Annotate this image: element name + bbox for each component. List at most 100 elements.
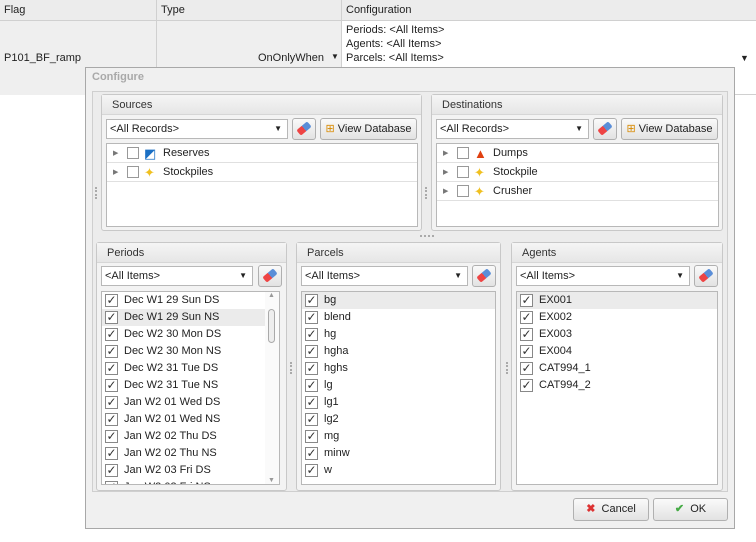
checkbox-checked[interactable]: ✓ xyxy=(105,379,118,392)
col-flag[interactable]: Flag xyxy=(0,0,157,20)
splitter-grip[interactable] xyxy=(95,187,97,199)
list-item[interactable]: ✓ Jan W2 01 Wed DS xyxy=(102,394,279,411)
list-item[interactable]: ✓ Dec W2 31 Tue NS xyxy=(102,377,279,394)
tree-item-stockpile[interactable]: ▶ ✦ Stockpile xyxy=(437,163,718,182)
checkbox-checked[interactable]: ✓ xyxy=(105,413,118,426)
list-item[interactable]: ✓ Jan W2 01 Wed NS xyxy=(102,411,279,428)
list-item[interactable]: ✓ CAT994_1 xyxy=(517,360,717,377)
expand-icon[interactable]: ▶ xyxy=(443,182,448,201)
list-item[interactable]: ✓ Dec W2 31 Tue DS xyxy=(102,360,279,377)
sources-view-database-button[interactable]: ⊞ View Database xyxy=(320,118,417,140)
checkbox[interactable] xyxy=(457,147,469,159)
checkbox-checked[interactable]: ✓ xyxy=(305,413,318,426)
sources-clear-button[interactable] xyxy=(292,118,316,140)
periods-scrollbar[interactable]: ▲ ▼ xyxy=(265,292,279,484)
parcels-clear-button[interactable] xyxy=(472,265,496,287)
list-item[interactable]: ✓ Dec W2 30 Mon NS xyxy=(102,343,279,360)
tree-item-crusher[interactable]: ▶ ✦ Crusher xyxy=(437,182,718,201)
checkbox[interactable] xyxy=(457,166,469,178)
checkbox-checked[interactable]: ✓ xyxy=(520,311,533,324)
destinations-clear-button[interactable] xyxy=(593,118,617,140)
checkbox-checked[interactable]: ✓ xyxy=(105,362,118,375)
checkbox-checked[interactable]: ✓ xyxy=(105,396,118,409)
col-configuration[interactable]: Configuration xyxy=(342,0,756,20)
checkbox-checked[interactable]: ✓ xyxy=(105,328,118,341)
list-item[interactable]: ✓ hg xyxy=(302,326,495,343)
checkbox[interactable] xyxy=(457,185,469,197)
list-item[interactable]: ✓ hghs xyxy=(302,360,495,377)
checkbox-checked[interactable]: ✓ xyxy=(520,294,533,307)
checkbox-checked[interactable]: ✓ xyxy=(305,328,318,341)
checkbox-checked[interactable]: ✓ xyxy=(305,464,318,477)
type-dropdown-icon[interactable]: ▼ xyxy=(331,52,339,61)
checkbox-checked[interactable]: ✓ xyxy=(520,345,533,358)
tree-item-stockpiles[interactable]: ▶ ✦ Stockpiles xyxy=(107,163,417,182)
list-item[interactable]: ✓ lg2 xyxy=(302,411,495,428)
checkbox-checked[interactable]: ✓ xyxy=(105,430,118,443)
list-item[interactable]: ✓ EX001 xyxy=(517,292,717,309)
list-item[interactable]: ✓ Dec W2 30 Mon DS xyxy=(102,326,279,343)
list-item[interactable]: ✓ mg xyxy=(302,428,495,445)
expand-icon[interactable]: ▶ xyxy=(113,163,118,182)
list-item[interactable]: ✓ EX002 xyxy=(517,309,717,326)
destinations-view-database-button[interactable]: ⊞ View Database xyxy=(621,118,718,140)
list-item[interactable]: ✓ hgha xyxy=(302,343,495,360)
configuration-dropdown-icon[interactable]: ▼ xyxy=(740,53,749,63)
list-item[interactable]: ✓ Jan W2 02 Thu NS xyxy=(102,445,279,462)
checkbox-checked[interactable]: ✓ xyxy=(305,345,318,358)
list-item[interactable]: ✓ lg1 xyxy=(302,394,495,411)
checkbox-checked[interactable]: ✓ xyxy=(520,328,533,341)
checkbox-checked[interactable]: ✓ xyxy=(305,362,318,375)
checkbox-checked[interactable]: ✓ xyxy=(105,294,118,307)
expand-icon[interactable]: ▶ xyxy=(443,144,448,163)
list-item[interactable]: ✓ blend xyxy=(302,309,495,326)
scroll-thumb[interactable] xyxy=(268,309,275,343)
list-item[interactable]: ✓ EX003 xyxy=(517,326,717,343)
horizontal-splitter[interactable] xyxy=(420,235,434,237)
checkbox-checked[interactable]: ✓ xyxy=(520,362,533,375)
checkbox[interactable] xyxy=(127,147,139,159)
checkbox[interactable] xyxy=(127,166,139,178)
periods-clear-button[interactable] xyxy=(258,265,282,287)
checkbox-checked[interactable]: ✓ xyxy=(305,396,318,409)
parcels-filter[interactable]: <All Items> ▼ xyxy=(301,266,468,286)
checkbox-checked[interactable]: ✓ xyxy=(105,464,118,477)
list-item[interactable]: ✓ Jan W2 03 Fri DS xyxy=(102,462,279,479)
col-type[interactable]: Type xyxy=(157,0,342,20)
tree-item-reserves[interactable]: ▶ ◩ Reserves xyxy=(107,144,417,163)
list-item[interactable]: ✓ lg xyxy=(302,377,495,394)
checkbox-checked[interactable]: ✓ xyxy=(305,294,318,307)
sources-filter[interactable]: <All Records> ▼ xyxy=(106,119,288,139)
agents-clear-button[interactable] xyxy=(694,265,718,287)
checkbox-checked[interactable]: ✓ xyxy=(520,379,533,392)
type-cell[interactable]: OnOnlyWhen xyxy=(258,52,324,64)
scroll-up-icon[interactable]: ▲ xyxy=(268,292,275,299)
periods-filter[interactable]: <All Items> ▼ xyxy=(101,266,253,286)
tree-item-dumps[interactable]: ▶ ▲ Dumps xyxy=(437,144,718,163)
expand-icon[interactable]: ▶ xyxy=(443,163,448,182)
list-item[interactable]: ✓ Jan W2 02 Thu DS xyxy=(102,428,279,445)
checkbox-checked[interactable]: ✓ xyxy=(305,430,318,443)
checkbox-checked[interactable]: ✓ xyxy=(305,379,318,392)
list-item[interactable]: ✓ Jan W2 03 Fri NS xyxy=(102,479,279,484)
checkbox-checked[interactable]: ✓ xyxy=(305,447,318,460)
list-item[interactable]: ✓ CAT994_2 xyxy=(517,377,717,394)
scroll-down-icon[interactable]: ▼ xyxy=(268,477,275,484)
configuration-cell[interactable]: Periods: <All Items> Agents: <All Items>… xyxy=(346,23,444,65)
checkbox-checked[interactable]: ✓ xyxy=(105,481,118,484)
splitter-grip[interactable] xyxy=(290,362,292,374)
list-item[interactable]: ✓ Dec W1 29 Sun NS xyxy=(102,309,279,326)
list-item[interactable]: ✓ EX004 xyxy=(517,343,717,360)
expand-icon[interactable]: ▶ xyxy=(113,144,118,163)
list-item[interactable]: ✓ bg xyxy=(302,292,495,309)
list-item[interactable]: ✓ w xyxy=(302,462,495,479)
checkbox-checked[interactable]: ✓ xyxy=(105,345,118,358)
flag-cell[interactable]: P101_BF_ramp xyxy=(4,52,81,64)
list-item[interactable]: ✓ Dec W1 29 Sun DS xyxy=(102,292,279,309)
splitter-grip[interactable] xyxy=(425,187,427,199)
checkbox-checked[interactable]: ✓ xyxy=(105,447,118,460)
list-item[interactable]: ✓ minw xyxy=(302,445,495,462)
ok-button[interactable]: ✔ OK xyxy=(653,498,728,521)
destinations-filter[interactable]: <All Records> ▼ xyxy=(436,119,589,139)
checkbox-checked[interactable]: ✓ xyxy=(305,311,318,324)
